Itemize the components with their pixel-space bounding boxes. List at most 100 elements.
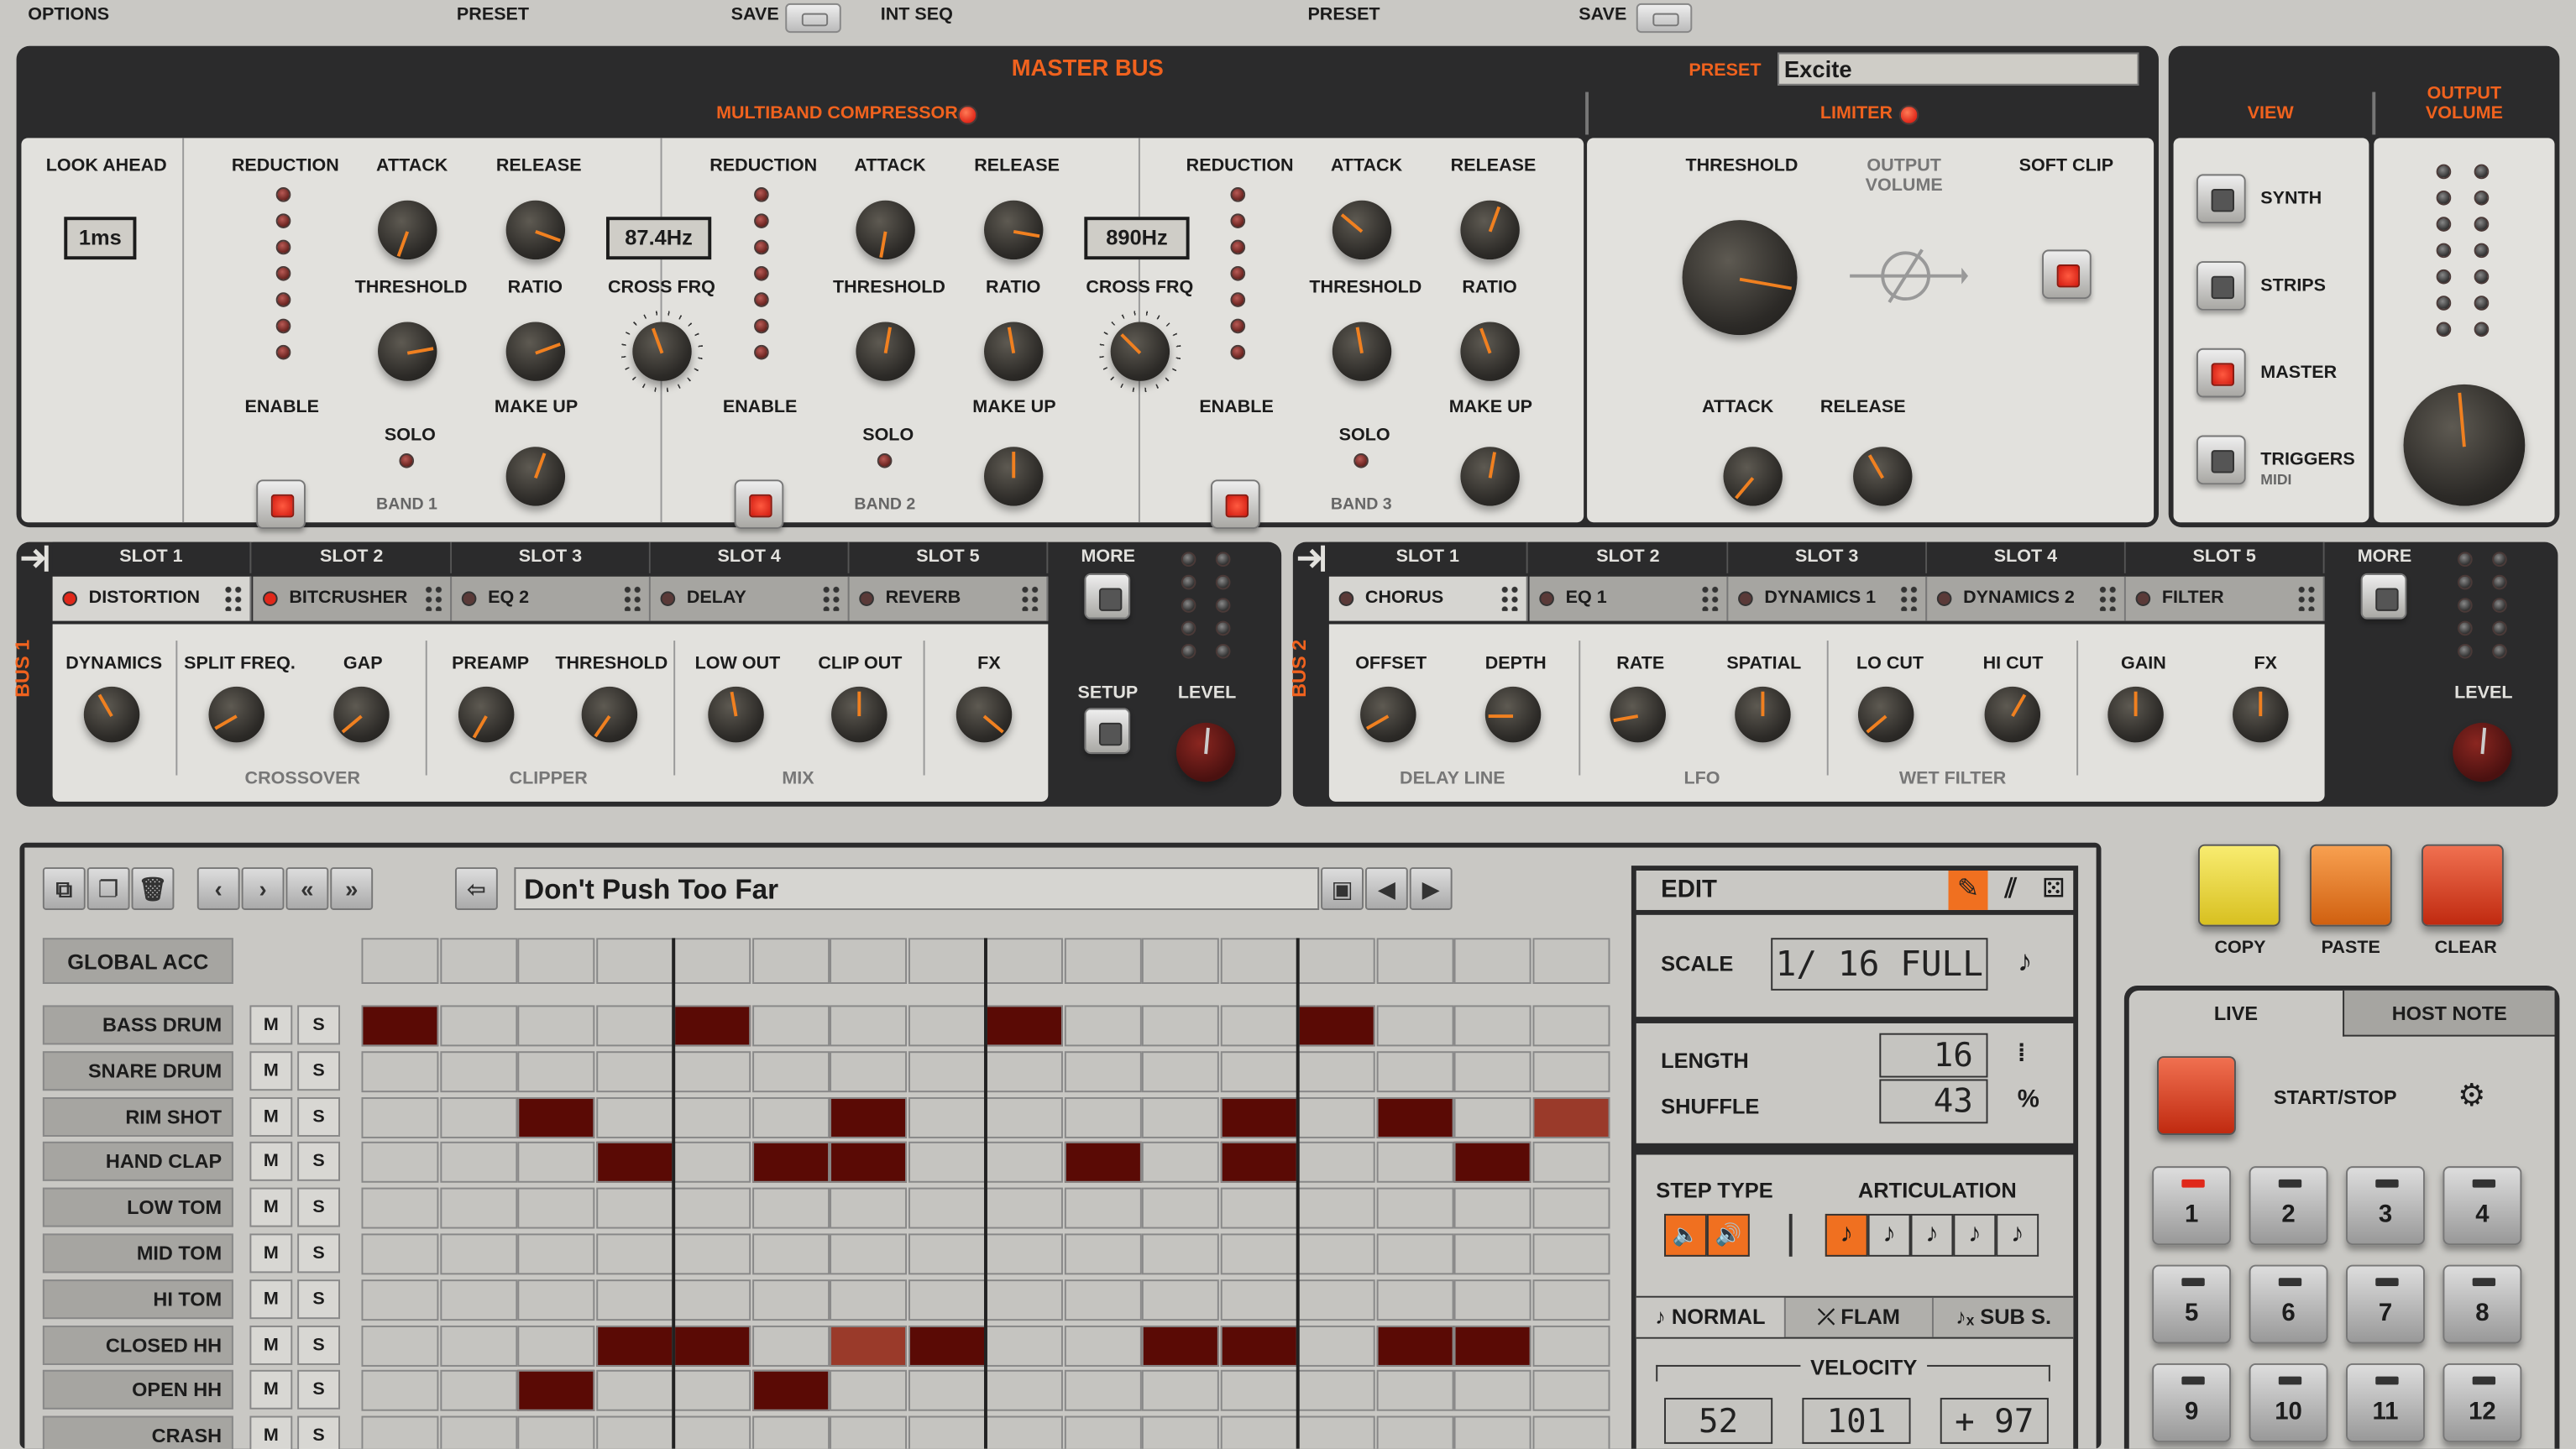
step-cell[interactable]: [1297, 1370, 1375, 1412]
tab-normal[interactable]: ♪ NORMAL: [1636, 1297, 1784, 1337]
step-cell[interactable]: [1375, 1096, 1453, 1138]
bus1-slot5[interactable]: SLOT 5: [849, 541, 1049, 573]
step-cell[interactable]: [830, 1005, 908, 1047]
limiter-threshold-knob[interactable]: [1682, 220, 1798, 336]
bus2-fx-knob[interactable]: [2233, 686, 2289, 743]
step-cell[interactable]: [1297, 1325, 1375, 1367]
step-cell[interactable]: [1375, 1325, 1453, 1367]
step-cell[interactable]: [1531, 1279, 1610, 1321]
step-cell[interactable]: [517, 1279, 595, 1321]
articulation-sub3-icon[interactable]: ♪: [1953, 1213, 1997, 1257]
step-cell[interactable]: [673, 1050, 751, 1092]
step-cell[interactable]: [1375, 1050, 1453, 1092]
step-cell[interactable]: [751, 1050, 830, 1092]
step-cell[interactable]: [1297, 1005, 1375, 1047]
step-cell[interactable]: [908, 1415, 985, 1449]
step-cell[interactable]: [595, 1279, 673, 1321]
step-cell[interactable]: [908, 1005, 985, 1047]
solo-button[interactable]: S: [297, 1096, 341, 1137]
band2-ratio-knob[interactable]: [984, 322, 1044, 381]
step-cell[interactable]: [830, 1187, 908, 1229]
step-cell[interactable]: [1141, 1050, 1219, 1092]
band1-makeup-knob[interactable]: [505, 447, 566, 506]
speaker-low-icon[interactable]: 🔈: [1664, 1213, 1707, 1257]
speaker-high-icon[interactable]: 🔊: [1706, 1213, 1750, 1257]
step-cell[interactable]: [1063, 1096, 1141, 1138]
step-cell[interactable]: [1453, 1050, 1531, 1092]
mute-button[interactable]: M: [249, 1142, 293, 1182]
step-cell[interactable]: [985, 1233, 1063, 1275]
step-cell[interactable]: [595, 1415, 673, 1449]
step-cell[interactable]: [751, 1325, 830, 1367]
band3-enable-button[interactable]: [1211, 479, 1260, 530]
velocity-2-display[interactable]: 101: [1802, 1398, 1911, 1444]
step-cell[interactable]: [751, 1005, 830, 1047]
step-cell[interactable]: [439, 1096, 517, 1138]
view-triggers-button[interactable]: [2196, 435, 2246, 485]
step-cell[interactable]: [1219, 1325, 1297, 1367]
step-cell[interactable]: [1531, 1233, 1610, 1275]
step-cell[interactable]: [1063, 1233, 1141, 1275]
step-cell[interactable]: [439, 1005, 517, 1047]
band3-makeup-knob[interactable]: [1460, 447, 1520, 506]
step-cell[interactable]: [595, 1050, 673, 1092]
step-cell[interactable]: [1453, 1005, 1531, 1047]
import-icon[interactable]: ⇦: [454, 867, 498, 910]
step-cell[interactable]: [439, 1370, 517, 1412]
pencil-icon[interactable]: ✎: [1948, 870, 1988, 910]
paste-button[interactable]: [2309, 844, 2392, 927]
band2-attack-knob[interactable]: [856, 200, 915, 260]
step-cell[interactable]: [1531, 1096, 1610, 1138]
step-cell[interactable]: [1141, 1279, 1219, 1321]
step-cell[interactable]: [1375, 1187, 1453, 1229]
step-cell[interactable]: [361, 1233, 439, 1275]
bus1-slot3[interactable]: SLOT 3: [452, 541, 651, 573]
bus1-fx-eq2[interactable]: EQ 2: [452, 576, 651, 621]
step-cell[interactable]: [517, 1096, 595, 1138]
bus1-gap-knob[interactable]: [333, 686, 390, 743]
trigger-pad-9[interactable]: 9: [2152, 1363, 2232, 1442]
solo-button[interactable]: S: [297, 1233, 341, 1274]
step-cell[interactable]: [1219, 1187, 1297, 1229]
cross-frq-2-value[interactable]: 890Hz: [1084, 217, 1190, 260]
bus1-split-freq-knob[interactable]: [208, 686, 265, 743]
shuffle-display[interactable]: 43: [1879, 1079, 1988, 1124]
step-cell[interactable]: [517, 1325, 595, 1367]
step-cell[interactable]: [1531, 1005, 1610, 1047]
trigger-pad-4[interactable]: 4: [2442, 1166, 2522, 1246]
step-cell[interactable]: [1141, 1005, 1219, 1047]
cross-frq-1-knob[interactable]: [632, 322, 692, 381]
bus2-slot1[interactable]: SLOT 1: [1328, 541, 1528, 573]
clear-button[interactable]: [2422, 844, 2504, 927]
step-cell[interactable]: [361, 1279, 439, 1321]
step-cell[interactable]: [985, 1050, 1063, 1092]
step-cell[interactable]: [517, 1370, 595, 1412]
step-cell[interactable]: [1063, 1370, 1141, 1412]
start-stop-button[interactable]: [2157, 1056, 2236, 1136]
step-cell[interactable]: [1219, 1233, 1297, 1275]
accent-step[interactable]: [439, 938, 517, 985]
step-cell[interactable]: [1375, 1142, 1453, 1184]
step-cell[interactable]: [1531, 1415, 1610, 1449]
bus1-dynamics-knob[interactable]: [83, 686, 140, 743]
step-cell[interactable]: [439, 1325, 517, 1367]
step-cell[interactable]: [361, 1005, 439, 1047]
bus1-fx-knob[interactable]: [956, 686, 1013, 743]
prev-pattern-icon[interactable]: ◀: [1364, 867, 1408, 910]
step-cell[interactable]: [985, 1370, 1063, 1412]
step-cell[interactable]: [1453, 1187, 1531, 1229]
step-cell[interactable]: [830, 1415, 908, 1449]
step-cell[interactable]: [830, 1096, 908, 1138]
dice-icon[interactable]: ⚄: [2034, 871, 2073, 910]
tab-flam[interactable]: ⤫ FLAM: [1783, 1297, 1932, 1337]
bus2-spatial-knob[interactable]: [1735, 686, 1791, 743]
step-cell[interactable]: [673, 1279, 751, 1321]
step-cell[interactable]: [1141, 1415, 1219, 1449]
step-cell[interactable]: [1219, 1096, 1297, 1138]
step-cell[interactable]: [908, 1370, 985, 1412]
step-cell[interactable]: [830, 1370, 908, 1412]
accent-step[interactable]: [985, 938, 1063, 985]
band3-ratio-knob[interactable]: [1460, 322, 1520, 381]
cross-frq-2-knob[interactable]: [1110, 322, 1170, 381]
save-pattern-icon[interactable]: ▣: [1321, 867, 1364, 910]
